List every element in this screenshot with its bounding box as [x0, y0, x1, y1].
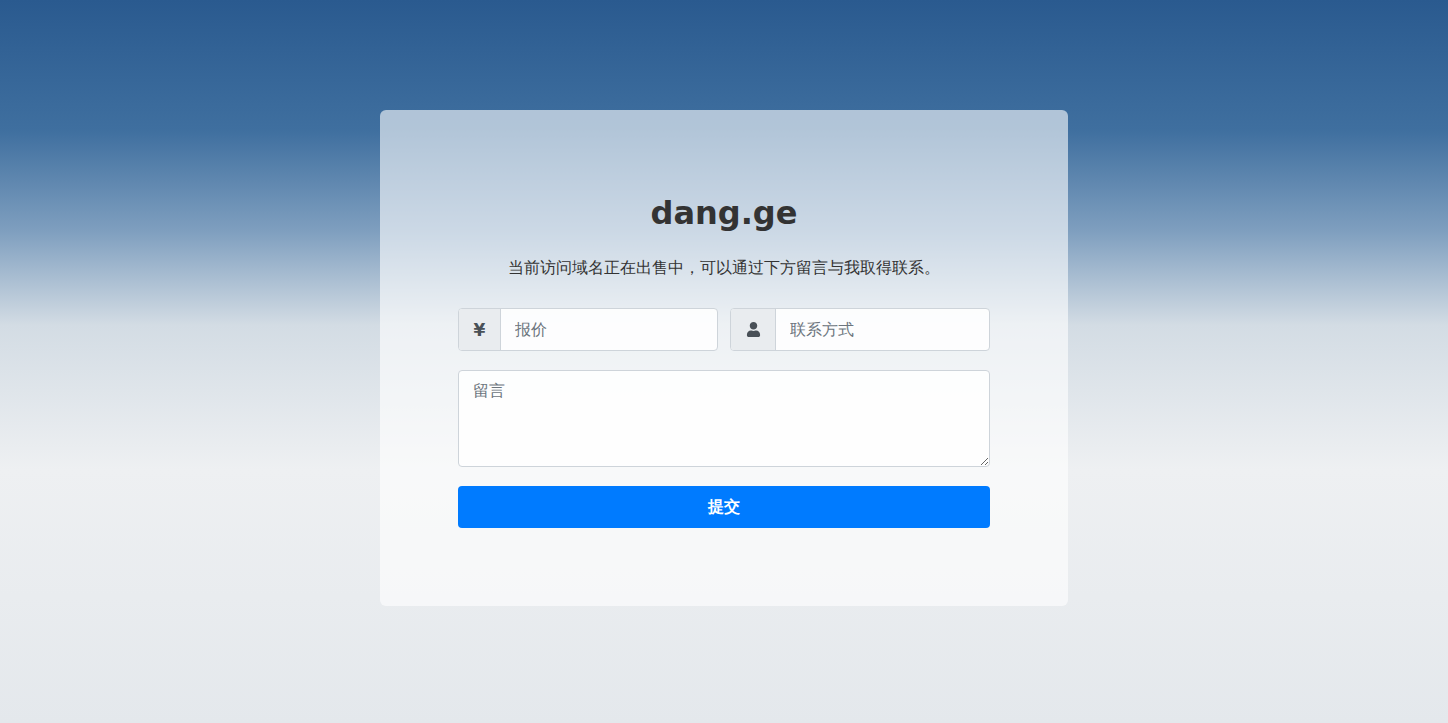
user-icon — [746, 322, 761, 337]
subtitle: 当前访问域名正在出售中，可以通过下方留言与我取得联系。 — [458, 256, 990, 280]
domain-title: dang.ge — [458, 194, 990, 232]
sale-card: dang.ge 当前访问域名正在出售中，可以通过下方留言与我取得联系。 ¥ 提交 — [380, 110, 1068, 606]
page: dang.ge 当前访问域名正在出售中，可以通过下方留言与我取得联系。 ¥ 提交 — [0, 0, 1448, 723]
submit-button[interactable]: 提交 — [458, 486, 990, 528]
price-group: ¥ — [458, 308, 718, 351]
price-prefix: ¥ — [459, 309, 501, 350]
contact-input[interactable] — [776, 309, 989, 350]
input-row: ¥ — [458, 308, 990, 351]
message-input[interactable] — [458, 370, 990, 467]
price-input[interactable] — [501, 309, 717, 350]
contact-group — [730, 308, 990, 351]
contact-prefix — [731, 309, 776, 350]
